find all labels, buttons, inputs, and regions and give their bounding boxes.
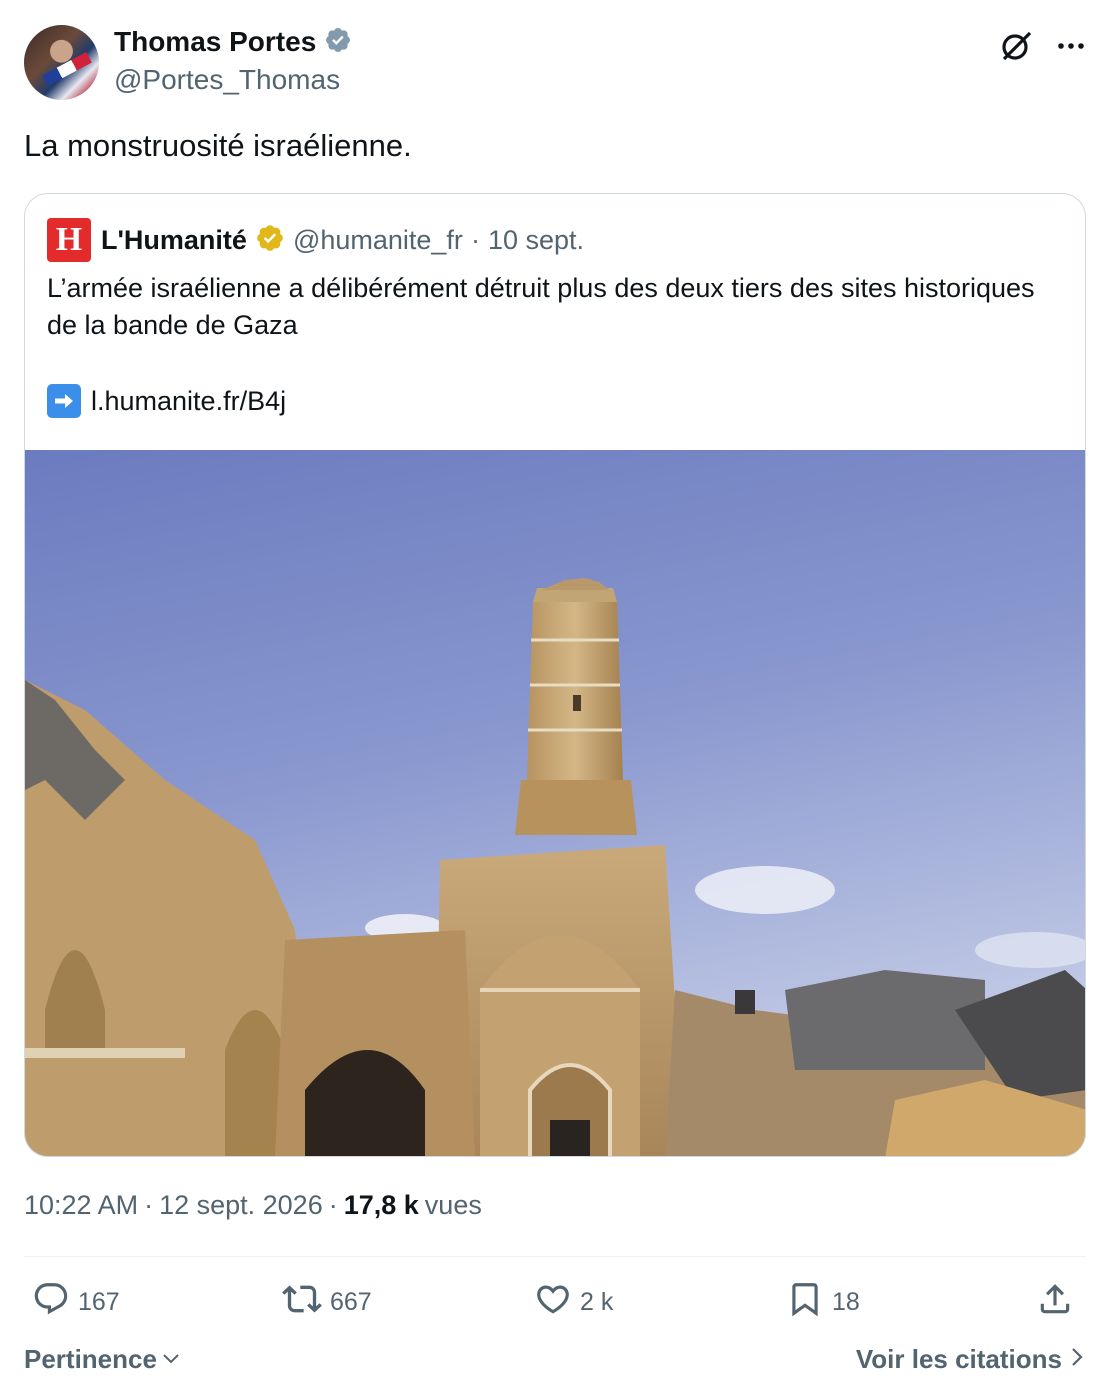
bookmark-count: 18 [832,1287,860,1316]
bookmark-button[interactable]: 18 [786,1278,860,1326]
view-quotes-label: Voir les citations [855,1344,1062,1374]
quoted-text: L’armée israélienne a délibérément détru… [47,273,1035,340]
reply-count: 167 [78,1287,120,1316]
quoted-handle[interactable]: @humanite_fr [293,225,463,256]
repost-button[interactable]: 667 [282,1278,372,1326]
like-count: 2 k [580,1287,614,1316]
quoted-header: H L'Humanité @humanite_fr · 10 sept. [47,218,584,262]
author-handle[interactable]: @Portes_Thomas [114,64,340,96]
tweet-timestamp: 10:22 AM · 12 sept. 2026 · 17,8 k vues [24,1190,482,1221]
share-button[interactable] [1036,1278,1074,1326]
repost-count: 667 [330,1287,372,1316]
tweet-date[interactable]: 12 sept. 2026 [159,1190,323,1221]
gold-verified-badge-icon [255,223,285,257]
view-quotes-link[interactable]: Voir les citations [856,1344,1086,1375]
quoted-link-row: l.humanite.fr/B4j [47,384,286,418]
bookmark-icon [786,1280,824,1325]
grok-icon[interactable] [998,28,1034,64]
views-count: 17,8 k [343,1190,419,1220]
tweet-time[interactable]: 10:22 AM [24,1190,138,1221]
tweet-header: Thomas Portes @Portes_Thomas [24,24,1086,102]
author-avatar[interactable] [24,25,99,100]
mosque-ruins-photo[interactable] [25,450,1085,1156]
reply-button[interactable]: 167 [32,1278,120,1326]
sort-label: Pertinence [24,1344,157,1374]
verified-badge-icon [324,26,352,58]
meta-separator: · [144,1190,154,1220]
chevron-right-icon [1068,1344,1086,1375]
quoted-link[interactable]: l.humanite.fr/B4j [91,386,286,417]
like-button[interactable]: 2 k [534,1278,613,1326]
sort-dropdown[interactable]: Pertinence [24,1344,181,1375]
more-options-icon[interactable] [1056,31,1086,61]
share-icon [1036,1280,1074,1325]
action-bar: 167 667 2 k 18 [24,1278,1086,1326]
quoted-tweet-card[interactable]: H L'Humanité @humanite_fr · 10 sept. L’a… [24,193,1086,1157]
quoted-display-name[interactable]: L'Humanité [101,225,247,256]
tweet-text: La monstruosité israélienne. [24,128,412,163]
reply-icon [32,1280,70,1325]
replies-footer: Pertinence Voir les citations [24,1344,1086,1380]
right-arrow-icon [47,384,81,418]
top-actions [998,28,1086,64]
heart-icon [534,1280,572,1325]
chevron-down-icon [161,1344,181,1375]
divider [24,1256,1086,1257]
author-display-name[interactable]: Thomas Portes [114,26,316,58]
repost-icon [282,1279,322,1326]
meta-separator: · [470,224,480,255]
author-name-row: Thomas Portes [114,26,352,58]
meta-separator: · [328,1190,338,1220]
views-label: vues [424,1190,482,1220]
quoted-date[interactable]: 10 sept. [488,225,584,256]
humanite-logo-icon: H [47,218,91,262]
